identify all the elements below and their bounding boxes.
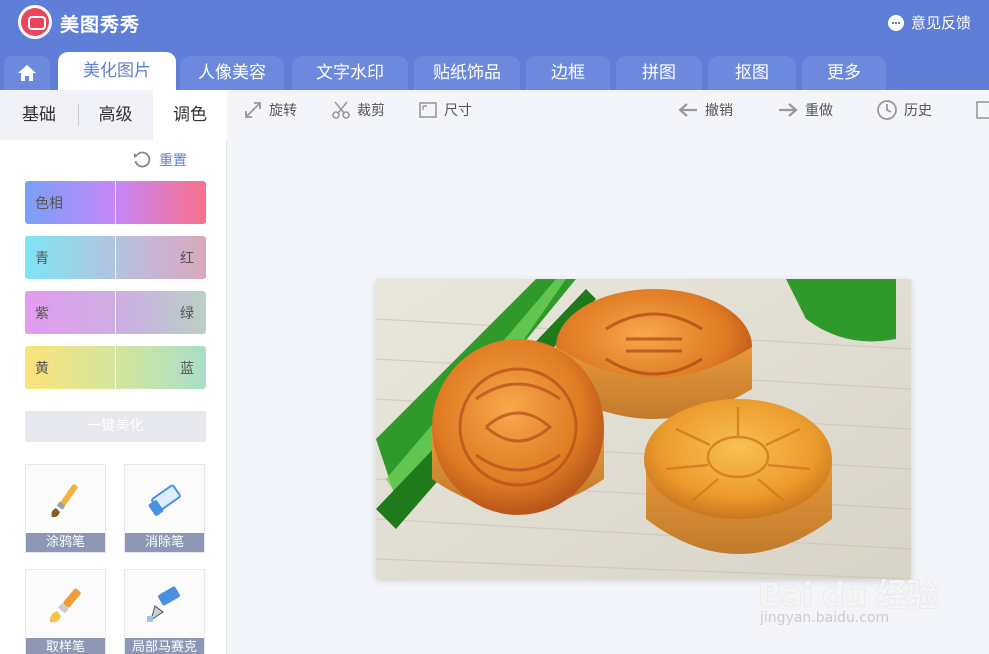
tab-portrait[interactable]: 人像美容 — [180, 56, 284, 90]
scissors-icon — [332, 101, 350, 119]
tab-collage[interactable]: 拼图 — [616, 56, 702, 90]
rotate-label: 旋转 — [269, 103, 297, 119]
subtabs: 基础 高级 调色 — [0, 90, 227, 140]
image-icon — [976, 101, 989, 119]
slider-label-right: 绿 — [180, 306, 194, 322]
size-label: 尺寸 — [444, 103, 472, 119]
compare-button[interactable] — [976, 100, 989, 120]
hue-slider[interactable]: 色相 — [25, 181, 206, 224]
subtab-color[interactable]: 调色 — [153, 90, 227, 140]
history-button[interactable]: 历史 — [876, 100, 932, 120]
chat-bubble-icon — [887, 14, 904, 31]
tab-beautify[interactable]: 美化图片 — [58, 52, 176, 90]
baidu-jingyan-watermark: Bai du 经验 jingyan.baidu.com — [758, 548, 939, 634]
magenta-green-slider[interactable]: 紫 绿 — [25, 291, 206, 334]
app-title: 美图秀秀 — [60, 14, 141, 36]
slider-handle[interactable] — [115, 236, 116, 279]
rotate-icon — [245, 102, 261, 118]
left-panel: 基础 高级 调色 重置 色相 青 红 紫 绿 黄 蓝 一键美化 涂鸦笔 消除笔 … — [0, 90, 227, 654]
edit-toolbar: 旋转 裁剪 尺寸 撤销 重做 历史 — [228, 90, 989, 130]
one-click-beautify-button[interactable]: 一键美化 — [25, 411, 206, 442]
slider-label-right: 红 — [180, 251, 194, 267]
undo-label: 撤销 — [705, 103, 733, 119]
tab-cutout[interactable]: 抠图 — [708, 56, 796, 90]
brush-icon — [51, 484, 78, 518]
tool-caption: 消除笔 — [125, 533, 204, 552]
eraser-pen-tool[interactable]: 消除笔 — [124, 464, 205, 553]
feedback-label: 意见反馈 — [910, 14, 971, 32]
tool-caption: 取样笔 — [26, 638, 105, 654]
reset-button[interactable]: 重置 — [133, 150, 187, 170]
tab-more[interactable]: 更多 — [802, 56, 886, 90]
subtab-advanced[interactable]: 高级 — [79, 90, 152, 140]
slider-label-right: 蓝 — [180, 361, 194, 377]
mooncake-image — [376, 279, 911, 579]
sampling-pen-tool[interactable]: 取样笔 — [25, 569, 106, 654]
eraser-icon — [148, 484, 181, 516]
reset-label: 重置 — [159, 153, 187, 169]
top-bar: 美图秀秀 意见反馈 美化图片 人像美容 文字水印 贴纸饰品 边框 拼图 抠图 更… — [0, 0, 989, 90]
cyan-red-slider[interactable]: 青 红 — [25, 236, 206, 279]
size-button[interactable]: 尺寸 — [418, 100, 472, 120]
undo-arrow-icon — [678, 103, 697, 117]
redo-arrow-icon — [779, 103, 798, 117]
tool-caption: 涂鸦笔 — [26, 533, 105, 552]
crop-button[interactable]: 裁剪 — [331, 100, 385, 120]
crop-label: 裁剪 — [357, 103, 385, 119]
main-tabs: 美化图片 人像美容 文字水印 贴纸饰品 边框 拼图 抠图 更多 — [0, 52, 989, 90]
tool-caption: 局部马赛克 — [125, 638, 204, 654]
sampling-brush-icon — [49, 588, 81, 623]
local-mosaic-tool[interactable]: 局部马赛克 — [124, 569, 205, 654]
mosaic-pen-icon — [147, 586, 180, 622]
redo-button[interactable]: 重做 — [777, 100, 833, 120]
reset-icon — [134, 151, 151, 168]
doodle-pen-tool[interactable]: 涂鸦笔 — [25, 464, 106, 553]
feedback-link[interactable]: 意见反馈 — [887, 12, 971, 33]
tab-stickers[interactable]: 贴纸饰品 — [414, 56, 520, 90]
slider-label-left: 色相 — [35, 196, 63, 212]
watermark-url: jingyan.baidu.com — [760, 610, 890, 626]
slider-label-left: 青 — [35, 251, 49, 267]
app-logo — [18, 5, 52, 39]
slider-handle[interactable] — [115, 346, 116, 389]
subtab-basic[interactable]: 基础 — [0, 90, 78, 140]
home-tab[interactable] — [4, 56, 50, 90]
undo-button[interactable]: 撤销 — [677, 100, 733, 120]
history-label: 历史 — [904, 103, 932, 119]
rotate-button[interactable]: 旋转 — [243, 100, 297, 120]
home-icon — [18, 65, 36, 81]
slider-handle[interactable] — [115, 291, 116, 334]
slider-handle[interactable] — [115, 181, 116, 224]
yellow-blue-slider[interactable]: 黄 蓝 — [25, 346, 206, 389]
tab-text-watermark[interactable]: 文字水印 — [292, 56, 408, 90]
tab-frames[interactable]: 边框 — [526, 56, 610, 90]
resize-icon — [419, 102, 437, 118]
clock-icon — [877, 100, 897, 120]
slider-label-left: 黄 — [35, 361, 49, 377]
redo-label: 重做 — [805, 103, 833, 119]
edited-photo[interactable] — [376, 279, 911, 579]
slider-label-left: 紫 — [35, 306, 49, 322]
